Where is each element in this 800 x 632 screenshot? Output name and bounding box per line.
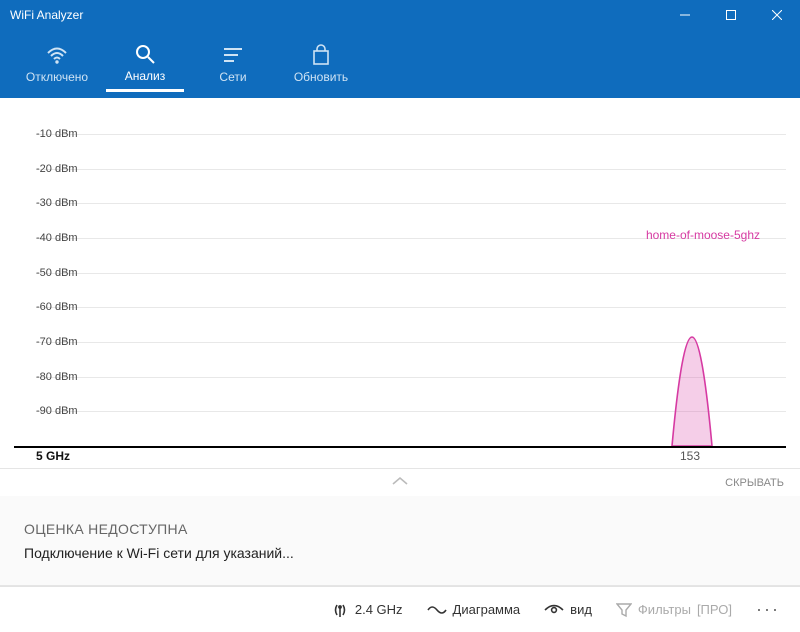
minimize-button[interactable] [662, 0, 708, 30]
tab-disconnected[interactable]: Отключено [18, 34, 96, 92]
status-title: ОЦЕНКА НЕДОСТУПНА [24, 521, 776, 537]
y-tick-label: -10 dBm [36, 128, 78, 140]
panel-toggle-row: СКРЫВАТЬ [0, 468, 800, 496]
y-tick-label: -30 dBm [36, 197, 78, 209]
y-tick: -80 dBm [36, 377, 786, 378]
diagram-selector[interactable]: Диаграмма [417, 596, 531, 623]
bag-icon [311, 42, 331, 68]
title-bar: WiFi Analyzer [0, 0, 800, 30]
more-button[interactable]: ··· [746, 599, 790, 620]
filters-label: Фильтры [638, 602, 691, 617]
window-title: WiFi Analyzer [10, 8, 83, 22]
y-tick: -60 dBm [36, 307, 786, 308]
y-tick-label: -60 dBm [36, 301, 78, 313]
pro-badge: [ПРО] [697, 602, 732, 617]
eye-icon [544, 603, 564, 617]
tab-label: Обновить [294, 70, 348, 84]
wifi-icon [45, 42, 69, 68]
view-selector-label: вид [570, 602, 592, 617]
y-tick: -90 dBm [36, 411, 786, 412]
wave-icon [427, 603, 447, 617]
band-label: 5 GHz [36, 449, 70, 463]
band-selector-label: 2.4 GHz [355, 602, 403, 617]
y-tick: -20 dBm [36, 169, 786, 170]
maximize-button[interactable] [708, 0, 754, 30]
y-tick-label: -20 dBm [36, 163, 78, 175]
y-tick-label: -90 dBm [36, 405, 78, 417]
filters-button[interactable]: Фильтры [ПРО] [606, 596, 742, 624]
view-selector[interactable]: вид [534, 596, 602, 623]
y-tick-label: -40 dBm [36, 232, 78, 244]
bottom-bar: 2.4 GHz Диаграмма вид Фильтры [ПРО] ··· [0, 586, 800, 632]
network-ssid-label: home-of-moose-5ghz [646, 228, 760, 242]
y-tick: -50 dBm [36, 273, 786, 274]
y-tick-label: -80 dBm [36, 371, 78, 383]
chevron-up-icon[interactable] [390, 475, 410, 490]
close-button[interactable] [754, 0, 800, 30]
tab-analysis[interactable]: Анализ [106, 34, 184, 92]
band-selector[interactable]: 2.4 GHz [321, 595, 413, 625]
channel-label: 153 [680, 449, 700, 463]
filter-icon [616, 602, 632, 618]
y-tick: -30 dBm [36, 203, 786, 204]
antenna-icon [331, 601, 349, 619]
tab-networks[interactable]: Сети [194, 34, 272, 92]
hide-link[interactable]: СКРЫВАТЬ [725, 477, 784, 489]
tab-label: Отключено [26, 70, 88, 84]
signal-chart: -10 dBm -20 dBm -30 dBm -40 dBm -50 dBm -60 d… [0, 98, 800, 468]
tab-bar: Отключено Анализ Сети Обновить [0, 30, 800, 98]
tab-label: Анализ [125, 69, 166, 83]
diagram-selector-label: Диаграмма [453, 602, 521, 617]
search-icon [134, 41, 156, 67]
y-tick: -70 dBm [36, 342, 786, 343]
status-panel: ОЦЕНКА НЕДОСТУПНА Подключение к Wi-Fi се… [0, 496, 800, 586]
y-tick-label: -70 dBm [36, 336, 78, 348]
tab-label: Сети [219, 70, 246, 84]
tab-refresh[interactable]: Обновить [282, 34, 360, 92]
list-icon [222, 42, 244, 68]
y-tick-label: -50 dBm [36, 267, 78, 279]
status-message: Подключение к Wi-Fi сети для указаний... [24, 545, 776, 561]
y-tick: -10 dBm [36, 134, 786, 135]
